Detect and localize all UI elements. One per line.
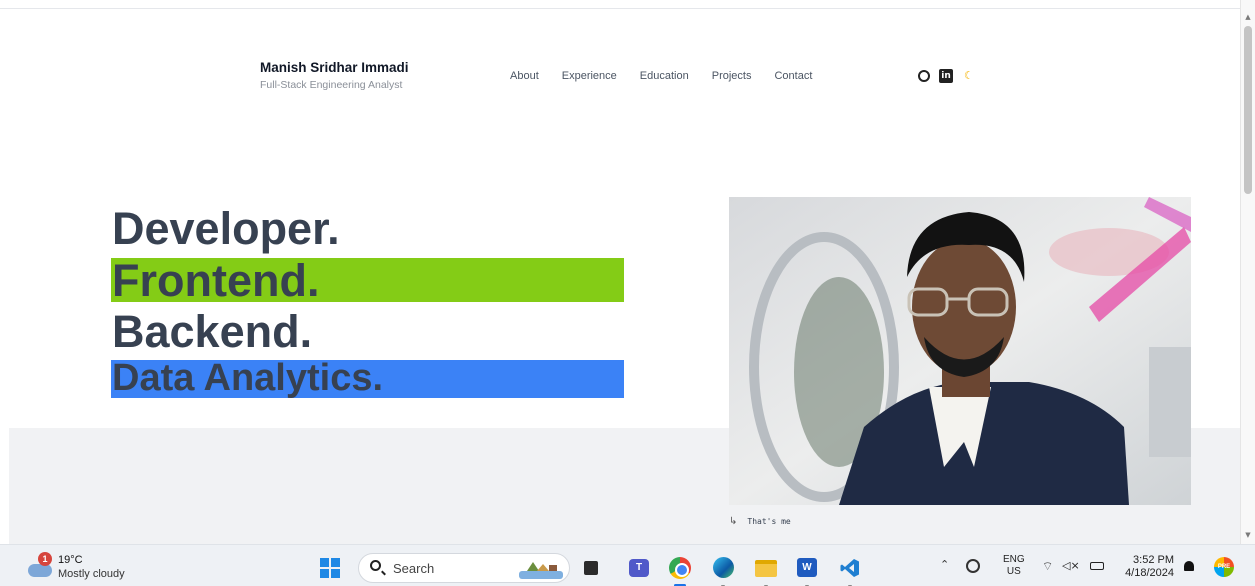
caption-text: That's me <box>747 517 791 526</box>
wifi-icon[interactable]: ⌔ <box>1042 559 1053 574</box>
word-icon[interactable]: W <box>797 558 817 577</box>
profile-photo <box>729 197 1191 505</box>
nav-link-experience[interactable]: Experience <box>562 70 617 82</box>
hero-line-backend: Backend. <box>112 306 313 357</box>
scroll-up-arrow-icon[interactable]: ▲ <box>1241 10 1255 24</box>
social-links: in ☾ <box>918 69 974 83</box>
notification-bell-icon[interactable] <box>1184 561 1194 571</box>
hero-line-data-analytics: Data Analytics. <box>112 357 384 399</box>
language-code: ENG <box>1003 554 1025 565</box>
clock-date: 4/18/2024 <box>1125 567 1174 579</box>
search-highlight-art-icon <box>519 562 563 579</box>
language-indicator[interactable]: ENG US <box>1003 554 1025 578</box>
moon-icon[interactable]: ☾ <box>964 70 974 82</box>
vscode-icon[interactable] <box>840 558 860 578</box>
brand-name[interactable]: Manish Sridhar Immadi <box>260 60 409 75</box>
taskbar-search[interactable]: Search <box>358 553 570 583</box>
cloud-icon <box>28 564 52 577</box>
teams-icon[interactable]: T <box>629 559 649 577</box>
search-icon <box>370 560 381 571</box>
github-icon[interactable] <box>918 70 930 82</box>
hero-line-developer: Developer. <box>112 203 340 254</box>
main-nav: About Experience Education Projects Cont… <box>510 70 812 82</box>
nav-link-projects[interactable]: Projects <box>712 70 752 82</box>
search-label: Search <box>393 561 435 576</box>
edge-icon[interactable] <box>713 557 734 578</box>
page-scrollbar[interactable]: ▲ ▼ <box>1240 0 1255 544</box>
language-region: US <box>1006 566 1021 577</box>
linkedin-icon[interactable]: in <box>939 69 953 83</box>
weather-widget[interactable]: 1 19°C Mostly cloudy <box>26 552 146 582</box>
browser-top-border <box>0 8 1240 9</box>
copilot-icon[interactable] <box>966 559 980 573</box>
weather-temperature: 19°C <box>58 554 83 566</box>
chrome-icon[interactable] <box>669 557 691 579</box>
hero-line-frontend: Frontend. <box>112 255 320 306</box>
scrollbar-thumb[interactable] <box>1244 26 1252 194</box>
nav-link-education[interactable]: Education <box>640 70 689 82</box>
start-icon[interactable] <box>320 558 340 578</box>
battery-icon[interactable] <box>1090 562 1104 570</box>
weather-condition: Mostly cloudy <box>58 568 125 580</box>
system-clock[interactable]: 3:52 PM 4/18/2024 <box>1118 554 1174 580</box>
chevron-up-icon[interactable]: ⌃ <box>940 558 949 571</box>
preview-build-icon[interactable]: PRE <box>1214 557 1234 577</box>
return-arrow-icon: ↳ <box>729 516 738 527</box>
windows-taskbar: 1 19°C Mostly cloudy Search T W ⌃ ENG US… <box>0 544 1255 586</box>
nav-link-contact[interactable]: Contact <box>774 70 812 82</box>
scroll-down-arrow-icon[interactable]: ▼ <box>1241 528 1255 542</box>
nav-link-about[interactable]: About <box>510 70 539 82</box>
volume-muted-icon[interactable]: ◁× <box>1062 559 1080 572</box>
brand-subtitle: Full-Stack Engineering Analyst <box>260 79 403 91</box>
file-explorer-icon[interactable] <box>584 561 598 575</box>
site-brand[interactable]: Manish Sridhar Immadi Full-Stack Enginee… <box>260 60 409 91</box>
clock-time: 3:52 PM <box>1133 554 1174 566</box>
weather-alert-badge: 1 <box>38 552 52 566</box>
photo-caption: ↳ That's me <box>729 516 791 527</box>
folder-icon[interactable] <box>755 560 777 577</box>
